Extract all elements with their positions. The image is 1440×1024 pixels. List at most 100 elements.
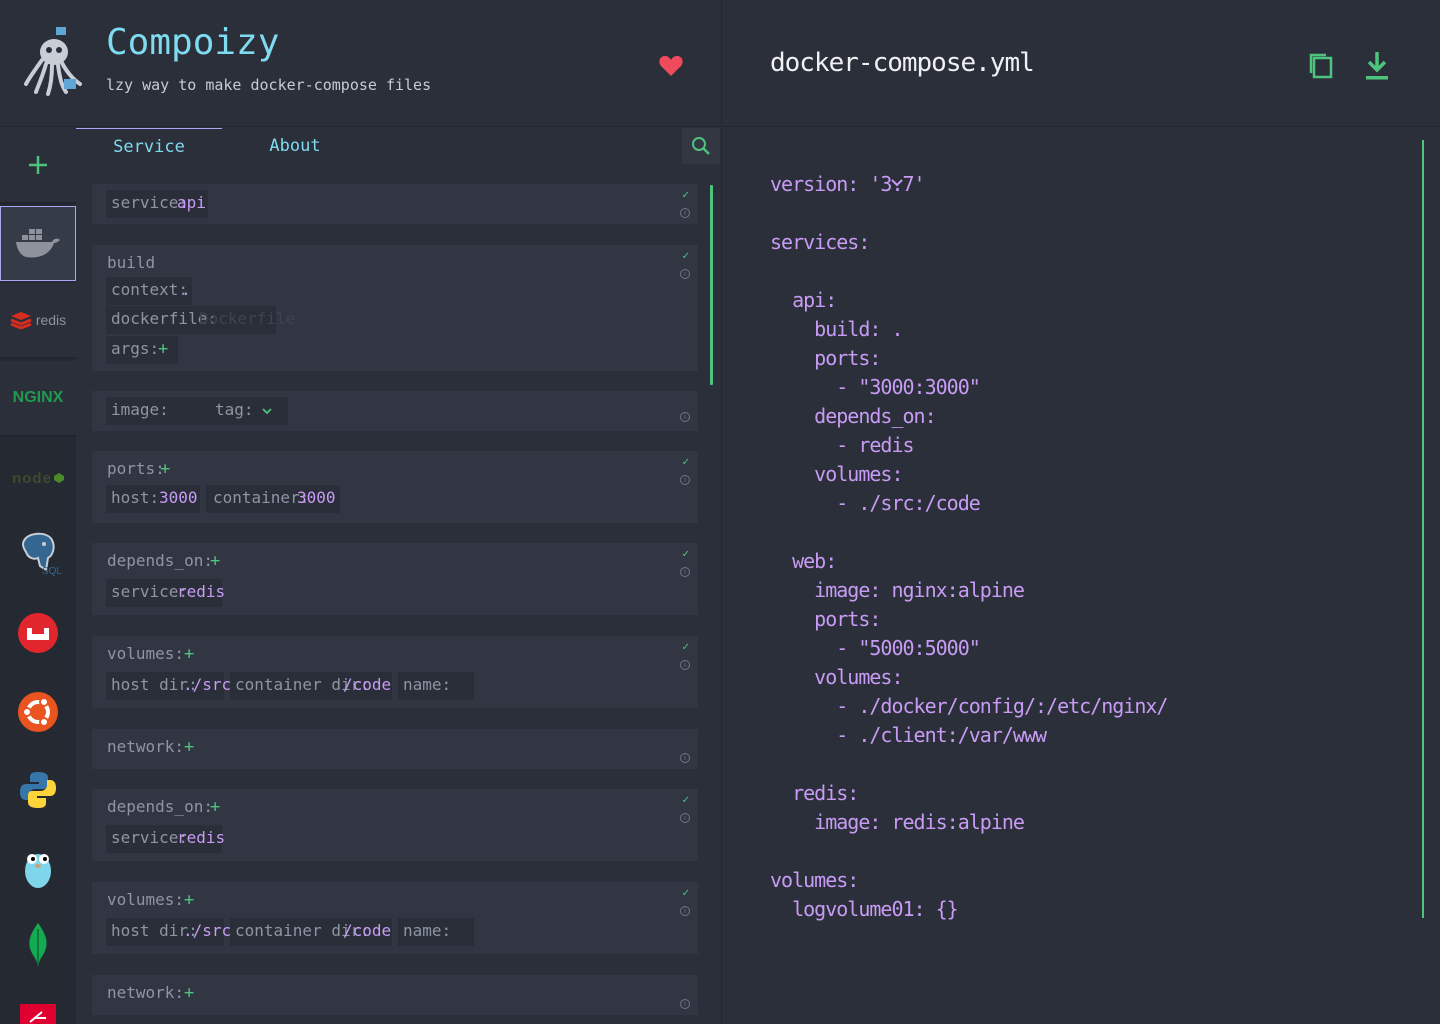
host-dir-input[interactable]: ./src	[183, 675, 231, 694]
add-dependency-button[interactable]: +	[210, 551, 220, 571]
add-network-button[interactable]: +	[184, 737, 194, 757]
add-network-button[interactable]: +	[184, 983, 194, 1003]
yaml-line: image: redis:alpine	[770, 810, 1025, 834]
container-dir-input[interactable]: /code	[343, 921, 391, 940]
yaml-line: depends_on:	[770, 404, 936, 428]
host-dir-input[interactable]: ./src	[183, 921, 231, 940]
yaml-line: api:	[770, 288, 837, 312]
service-name-input[interactable]: api	[177, 193, 206, 212]
mongodb-icon	[29, 923, 47, 967]
yaml-line: image: nginx:alpine	[770, 578, 1025, 602]
host-port-input[interactable]: 3000	[159, 488, 198, 507]
version-dropdown-chevron-icon[interactable]	[890, 176, 904, 190]
rail-item-redis[interactable]: redis	[0, 283, 76, 359]
tag-dropdown-chevron-icon[interactable]	[262, 407, 272, 415]
tab-service[interactable]: Service	[76, 128, 222, 173]
container-dir-input[interactable]: /code	[343, 675, 391, 694]
yaml-line: volumes:	[770, 868, 859, 892]
info-icon[interactable]: i	[680, 208, 690, 218]
info-icon[interactable]: i	[680, 475, 690, 485]
depends-on-card: depends_on: + service: redis ✓ i	[92, 789, 698, 861]
rail-item-mongodb[interactable]	[0, 907, 76, 983]
angular-icon	[20, 1004, 56, 1024]
container-port-input[interactable]: 3000	[297, 488, 336, 507]
python-icon	[20, 772, 56, 808]
depends-on-card: depends_on: + service: redis ✓ i	[92, 543, 698, 615]
octopus-logo-icon	[24, 27, 82, 96]
yaml-line: logvolume01: {}	[770, 897, 959, 921]
rail-item-couchbase[interactable]	[0, 595, 76, 671]
info-icon[interactable]: i	[680, 753, 690, 763]
container-port-label: container:	[213, 488, 310, 507]
context-input[interactable]: .	[181, 280, 191, 299]
add-volume-button[interactable]: +	[184, 644, 194, 664]
rail-item-docker[interactable]	[0, 206, 76, 281]
network-label: network:	[107, 737, 185, 756]
rail-item-ubuntu[interactable]	[0, 674, 76, 750]
form-scrollbar[interactable]	[710, 185, 713, 385]
check-icon: ✓	[681, 457, 690, 468]
yaml-line: - "5000:5000"	[770, 636, 981, 660]
add-volume-button[interactable]: +	[184, 890, 194, 910]
heart-icon[interactable]	[658, 54, 684, 78]
rail-item-golang[interactable]	[0, 830, 76, 906]
info-icon[interactable]: i	[680, 999, 690, 1009]
yaml-line: web:	[770, 549, 837, 573]
plus-icon	[29, 156, 47, 174]
check-icon: ✓	[681, 888, 690, 899]
add-service-button[interactable]	[0, 128, 76, 204]
app-header: Compoizy lzy way to make docker-compose …	[0, 0, 720, 127]
check-icon: ✓	[681, 642, 690, 653]
rail-item-nginx[interactable]: NGINX	[0, 361, 76, 437]
tag-label: tag:	[215, 400, 254, 419]
tab-about[interactable]: About	[222, 128, 368, 173]
check-icon: ✓	[681, 795, 690, 806]
search-icon	[692, 137, 710, 155]
rail-item-postgresql[interactable]: SQL	[0, 516, 76, 592]
host-port-label: host:	[111, 488, 160, 507]
dependency-service-input[interactable]: redis	[177, 828, 225, 847]
add-dependency-button[interactable]: +	[210, 797, 220, 817]
app-subtitle: lzy way to make docker-compose files	[106, 76, 432, 94]
check-icon: ✓	[681, 549, 690, 560]
yaml-header: docker-compose.yml	[721, 0, 1440, 127]
info-icon[interactable]: i	[680, 567, 690, 577]
yaml-line: - redis	[770, 433, 914, 457]
rail-item-angular[interactable]	[0, 986, 76, 1024]
yaml-line: services:	[770, 230, 870, 254]
info-icon[interactable]: i	[680, 269, 690, 279]
yaml-scrollbar[interactable]	[1422, 140, 1424, 918]
download-icon[interactable]	[1364, 50, 1390, 82]
search-button[interactable]	[682, 128, 720, 164]
add-arg-button[interactable]: +	[158, 339, 168, 359]
image-label: image:	[111, 400, 169, 419]
ports-label: ports:	[107, 459, 165, 478]
yaml-line: - ./src:/code	[770, 491, 981, 515]
info-icon[interactable]: i	[680, 412, 690, 422]
info-icon[interactable]: i	[680, 906, 690, 916]
yaml-line: - ./client:/var/www	[770, 723, 1047, 747]
depends-on-label: depends_on:	[107, 797, 213, 816]
golang-gopher-icon	[25, 854, 51, 888]
add-port-button[interactable]: +	[160, 459, 170, 479]
yaml-line: volumes:	[770, 665, 903, 689]
ubuntu-icon	[18, 692, 58, 732]
rail-item-nodejs[interactable]: node	[0, 440, 76, 516]
info-icon[interactable]: i	[680, 660, 690, 670]
volumes-label: volumes:	[107, 890, 185, 909]
dependency-service-input[interactable]: redis	[177, 582, 225, 601]
yaml-line: redis:	[770, 781, 859, 805]
service-template-rail: redis NGINX node SQL	[0, 128, 76, 1024]
info-icon[interactable]: i	[680, 813, 690, 823]
build-title: build	[107, 253, 156, 272]
volumes-label: volumes:	[107, 644, 185, 663]
copy-icon[interactable]	[1308, 52, 1334, 80]
dockerfile-input[interactable]: Dockerfile	[199, 309, 295, 328]
yaml-output: version: '3.7' services: api: build: . po…	[721, 128, 1440, 1024]
service-card: service: api ✓ i	[92, 184, 698, 224]
network-card: network: + i	[92, 729, 698, 769]
nginx-label: NGINX	[12, 389, 64, 406]
app-title: Compoizy	[106, 22, 280, 63]
rail-item-python[interactable]	[0, 752, 76, 828]
network-card: network: + i	[92, 975, 698, 1015]
